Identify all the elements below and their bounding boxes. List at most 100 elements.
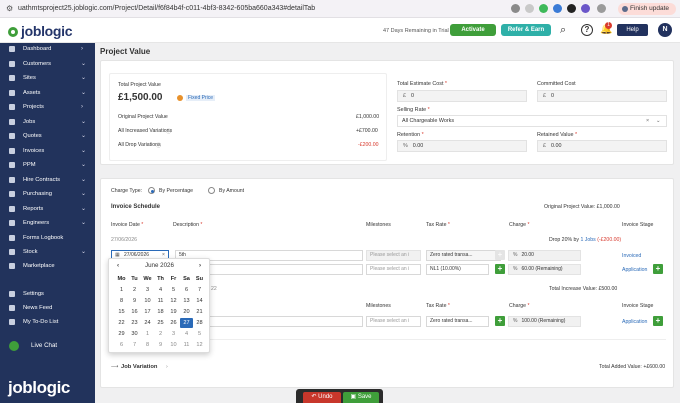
- avatar[interactable]: N: [658, 23, 672, 37]
- tax-rate-select[interactable]: Zero rated transa...: [426, 316, 489, 327]
- sidebar-item-purchasing[interactable]: Purchasing ⌄: [0, 188, 95, 200]
- sidebar-item-stock[interactable]: Stock ⌄: [0, 246, 95, 258]
- sidebar-item-jobs[interactable]: Jobs ⌄: [0, 116, 95, 128]
- sidebar-item-assets[interactable]: Assets ⌄: [0, 87, 95, 99]
- chevron-right-icon[interactable]: ›: [166, 364, 168, 370]
- info-circle-icon[interactable]: ⓘ: [156, 142, 161, 149]
- extension-purple-icon[interactable]: [581, 4, 590, 13]
- by-amount-radio[interactable]: [208, 187, 215, 194]
- calendar-day[interactable]: 7: [193, 285, 206, 295]
- sidebar-item-reports[interactable]: Reports ⌄: [0, 203, 95, 215]
- selling-rate-select[interactable]: All Chargeable Works × ⌄: [397, 115, 667, 127]
- sidebar-item-sites[interactable]: Sites ⌄: [0, 72, 95, 84]
- calendar-day[interactable]: 25: [154, 318, 167, 328]
- invoice-stage-link[interactable]: Invoiced: [622, 253, 641, 259]
- sidebar-item-ppm[interactable]: PPM ⌄: [0, 159, 95, 171]
- calendar-day[interactable]: 28: [193, 318, 206, 328]
- calendar-day[interactable]: 19: [167, 307, 180, 317]
- calendar-day[interactable]: 21: [193, 307, 206, 317]
- add-row-button[interactable]: +: [653, 264, 663, 274]
- by-percentage-radio[interactable]: [148, 187, 155, 194]
- undo-button[interactable]: ↶ Undo: [303, 392, 341, 403]
- add-tax-button[interactable]: +: [495, 264, 505, 274]
- calendar-day[interactable]: 4: [154, 285, 167, 295]
- calendar-day[interactable]: 15: [115, 307, 128, 317]
- calendar-day[interactable]: 3: [167, 329, 180, 339]
- calendar-day-selected[interactable]: 27: [180, 318, 193, 328]
- search-icon[interactable]: ⌕: [560, 25, 566, 36]
- profile-icon[interactable]: [597, 4, 606, 13]
- tax-rate-select[interactable]: NL1 (10.00%): [426, 264, 489, 275]
- calendar-day[interactable]: 24: [141, 318, 154, 328]
- brand-logo[interactable]: joblogic: [8, 23, 73, 39]
- info-circle-icon[interactable]: ⓘ: [166, 128, 171, 135]
- charge-field[interactable]: % 20.00: [508, 250, 581, 261]
- total-estimate-cost-field[interactable]: £0: [397, 90, 527, 102]
- url-text[interactable]: uathmtsproject25.joblogic.com/Project/De…: [18, 5, 315, 12]
- calendar-day[interactable]: 7: [128, 340, 141, 350]
- calendar-day[interactable]: 17: [141, 307, 154, 317]
- calendar-day[interactable]: 16: [128, 307, 141, 317]
- drop-jobs-link[interactable]: 1 Jobs: [580, 237, 595, 243]
- zoom-icon[interactable]: [511, 4, 520, 13]
- extension-whatsapp-icon[interactable]: [539, 4, 548, 13]
- calendar-day[interactable]: 5: [193, 329, 206, 339]
- calendar-day[interactable]: 9: [154, 340, 167, 350]
- calendar-day[interactable]: 2: [128, 285, 141, 295]
- retention-field[interactable]: % 0.00: [397, 140, 527, 152]
- site-info-icon[interactable]: ⚙: [6, 5, 13, 13]
- refer-earn-button[interactable]: Refer & Earn: [501, 24, 551, 36]
- invoice-stage-link[interactable]: Application: [622, 267, 647, 273]
- milestone-select[interactable]: Please select an i: [366, 264, 421, 275]
- sidebar-item-news-feed[interactable]: News Feed: [0, 302, 95, 314]
- calendar-day[interactable]: 8: [115, 296, 128, 306]
- save-button[interactable]: ▣ Save: [343, 392, 379, 403]
- calendar-day[interactable]: 13: [180, 296, 193, 306]
- sidebar-item-projects[interactable]: Projects ›: [0, 101, 95, 113]
- charge-field[interactable]: % 60.00 (Remaining): [508, 264, 581, 275]
- milestone-select[interactable]: Please select an i: [366, 316, 421, 327]
- calendar-day[interactable]: 29: [115, 329, 128, 339]
- calendar-day[interactable]: 12: [167, 296, 180, 306]
- add-row-button[interactable]: +: [653, 316, 663, 326]
- calendar-day[interactable]: 22: [115, 318, 128, 328]
- sidebar-item-dashboard[interactable]: Dashboard ›: [0, 43, 95, 55]
- clear-icon[interactable]: ×: [646, 116, 649, 126]
- chevron-left-icon[interactable]: ‹: [117, 261, 119, 271]
- invoice-stage-link[interactable]: Application: [622, 319, 647, 325]
- help-circle-icon[interactable]: ?: [581, 24, 593, 36]
- sidebar-item-marketplace[interactable]: Marketplace: [0, 260, 95, 272]
- sidebar-item-forms-logbook[interactable]: Forms Logbook: [0, 232, 95, 244]
- calendar-day[interactable]: 6: [115, 340, 128, 350]
- bookmark-icon[interactable]: [525, 4, 534, 13]
- calendar-day[interactable]: 11: [180, 340, 193, 350]
- finish-update-button[interactable]: Finish update: [618, 3, 676, 15]
- calendar-day[interactable]: 5: [167, 285, 180, 295]
- calendar-day[interactable]: 4: [180, 329, 193, 339]
- calendar-day[interactable]: 10: [167, 340, 180, 350]
- job-variation-label[interactable]: Job Variation: [121, 364, 157, 370]
- calendar-day[interactable]: 20: [180, 307, 193, 317]
- calendar-day[interactable]: 9: [128, 296, 141, 306]
- sidebar-item-todo[interactable]: My To-Do List: [0, 316, 95, 328]
- calendar-day[interactable]: 26: [167, 318, 180, 328]
- charge-field[interactable]: % 100.00 (Remaining): [508, 316, 581, 327]
- calendar-day[interactable]: 23: [128, 318, 141, 328]
- calendar-day[interactable]: 18: [154, 307, 167, 317]
- live-chat-button[interactable]: Live Chat: [9, 340, 89, 352]
- sidebar-item-engineers[interactable]: Engineers ⌄: [0, 217, 95, 229]
- calendar-day[interactable]: 8: [141, 340, 154, 350]
- chevron-right-icon[interactable]: ›: [199, 261, 201, 271]
- calendar-day[interactable]: 3: [141, 285, 154, 295]
- sidebar-item-hire-contracts[interactable]: Hire Contracts ⌄: [0, 174, 95, 186]
- calendar-day[interactable]: 10: [141, 296, 154, 306]
- add-tax-button[interactable]: +: [495, 316, 505, 326]
- calendar-day[interactable]: 12: [193, 340, 206, 350]
- calendar-day[interactable]: 14: [193, 296, 206, 306]
- chevron-down-icon[interactable]: ⌄: [656, 116, 661, 126]
- calendar-day[interactable]: 2: [154, 329, 167, 339]
- calendar-month[interactable]: June 2026: [145, 261, 174, 271]
- calendar-day[interactable]: 30: [128, 329, 141, 339]
- sidebar-item-quotes[interactable]: Quotes ⌄: [0, 130, 95, 142]
- help-button[interactable]: Help: [617, 24, 648, 36]
